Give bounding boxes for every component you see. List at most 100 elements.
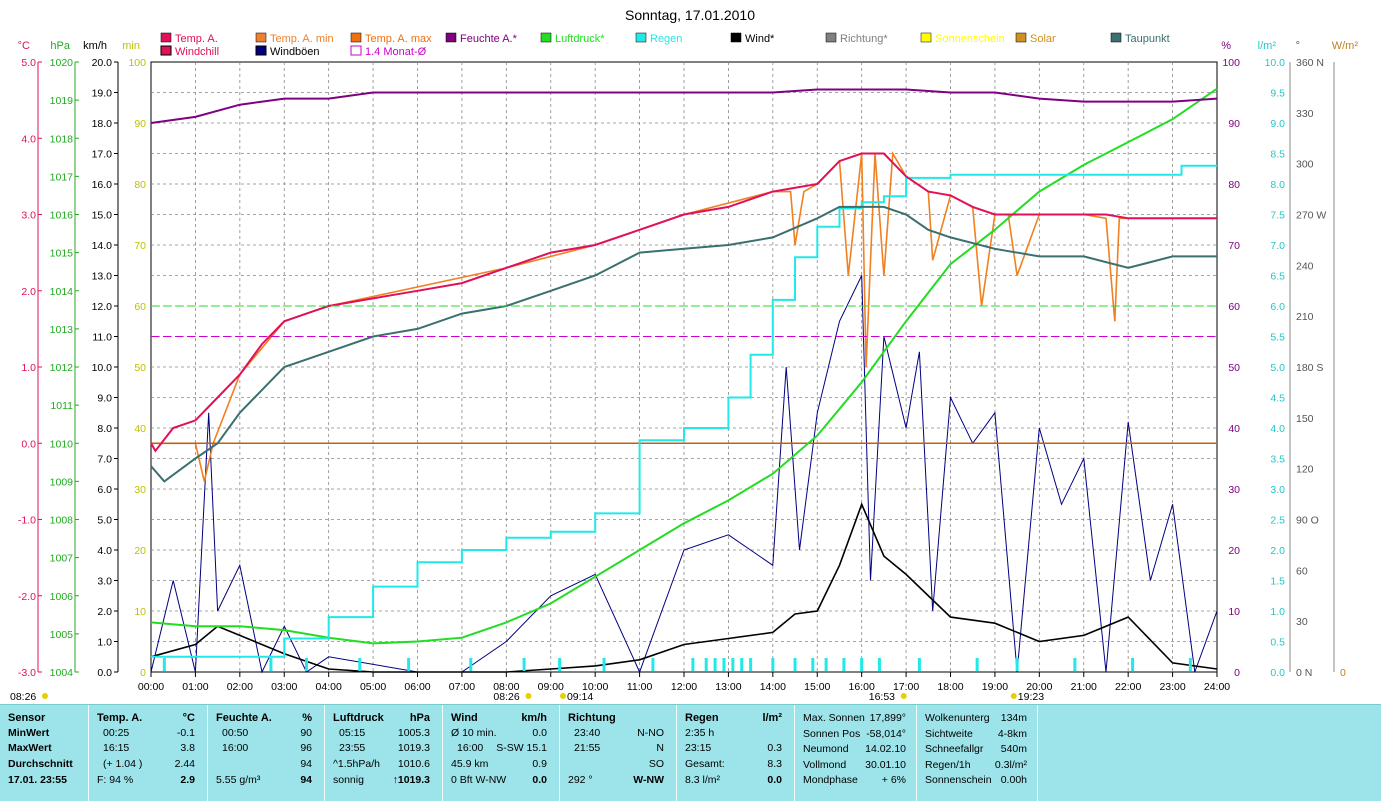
panel-cell: Durchschnitt — [8, 758, 73, 770]
panel-row: Ø 10 min. 0.0 — [447, 726, 555, 741]
tick-label-hpa: 1010 — [50, 438, 74, 450]
tick-label-kmh: 4.0 — [97, 545, 112, 557]
panel-cell: 14.02.10 — [865, 743, 906, 755]
tick-label-kmh: 11.0 — [92, 332, 112, 344]
tick-label-lm2: 1.5 — [1270, 576, 1285, 588]
panel-row: Neumond 14.02.10 — [799, 742, 912, 757]
panel-row: 00:50 90 — [212, 726, 320, 741]
panel-cell: -58,014° — [866, 727, 906, 740]
panel-cell: 1019.3 — [397, 742, 430, 754]
rain-mark — [1131, 658, 1135, 671]
panel-cell: °C — [182, 712, 195, 724]
sun-icon — [1010, 693, 1017, 699]
panel-row: 21:55 N — [564, 741, 672, 756]
tick-label-kmh: 15.0 — [92, 210, 113, 222]
tick-label-deg: 180 S — [1296, 362, 1323, 374]
tick-label-hpa: 1019 — [50, 95, 74, 107]
rain-mark — [602, 658, 606, 671]
unit-hpa: hPa — [50, 40, 70, 52]
panel-cell: Sensor — [8, 712, 46, 724]
panel-cell: 00:25 — [103, 727, 130, 739]
time-tick-label: 12:00 — [671, 681, 697, 693]
panel-row: Regen l/m² — [681, 711, 790, 726]
panel-cell: 1010.6 — [397, 758, 430, 770]
rain-mark — [860, 658, 864, 671]
panel-cell: Wolkenunterg — [925, 712, 990, 724]
sun-event-label: 16:53 — [869, 691, 895, 703]
time-tick-label: 15:00 — [804, 681, 830, 693]
tick-label-lm2: 2.0 — [1270, 545, 1285, 557]
time-tick-label: 19:00 — [982, 681, 1008, 693]
panel-cell: N-NO — [637, 727, 664, 739]
temp-column: Temp. A. °C 00:25 -0.1 16:15 3.8 (+ 1.04 ) 2.44… — [89, 705, 208, 801]
tick-label-lm2: 2.5 — [1270, 515, 1285, 527]
tick-label-hpa: 1020 — [50, 57, 74, 69]
tick-label-pct: 50 — [1228, 362, 1240, 374]
panel-cell: Mondphase — [803, 774, 858, 786]
tick-label-deg: 120 — [1296, 464, 1314, 476]
panel-cell: 0.3 — [767, 742, 782, 754]
panel-cell: N — [656, 742, 664, 754]
panel-row: 05:15 1005.3 — [329, 726, 438, 741]
rain-mark — [469, 658, 473, 671]
tick-label-kmh: 20.0 — [92, 57, 113, 69]
tick-label-hpa: 1006 — [50, 591, 74, 603]
panel-cell: 0 Bft W-NW — [451, 774, 507, 786]
rain-mark — [1015, 658, 1019, 671]
tick-label-min: 30 — [134, 484, 146, 496]
legend-label: Sonnenschein — [935, 33, 1005, 45]
tick-label-min: 0 — [140, 667, 146, 679]
legend-label: Windböen — [270, 46, 320, 58]
panel-row: 00:25 -0.1 — [93, 726, 203, 741]
panel-row: 17.01. 23:55 — [4, 773, 84, 788]
panel-cell: Sonnenschein — [925, 774, 992, 786]
unit-lm2: l/m² — [1258, 40, 1277, 52]
sun-event-label: 08:26 — [493, 691, 519, 703]
sun-icon — [559, 693, 566, 699]
rain-mark — [304, 658, 308, 671]
panel-cell: 2.44 — [174, 758, 195, 770]
sun-icon — [42, 693, 48, 699]
time-tick-label: 02:00 — [227, 681, 253, 693]
tick-label-pct: 90 — [1228, 118, 1240, 130]
time-tick-label: 18:00 — [937, 681, 963, 693]
tick-label-pct: 40 — [1228, 423, 1240, 435]
misc-column: Wolkenunterg 134m Sichtweite 4-8km Schneefal… — [917, 705, 1038, 801]
tick-label-kmh: 2.0 — [97, 606, 112, 618]
tick-label-min: 80 — [134, 179, 146, 191]
legend-swatch — [350, 45, 362, 56]
panel-cell: Regen/1h — [925, 758, 971, 771]
tick-label-lm2: 0.0 — [1270, 667, 1285, 679]
time-tick-label: 00:00 — [138, 681, 164, 693]
rain-mark — [722, 658, 726, 671]
legend-swatch — [1110, 32, 1122, 43]
panel-row: 0 Bft W-NW 0.0 — [447, 773, 555, 788]
tick-label-hpa: 1017 — [50, 171, 74, 183]
tick-label-lm2: 7.5 — [1270, 210, 1285, 222]
legend-swatch — [445, 32, 457, 43]
panel-row: Vollmond 30.01.10 — [799, 758, 912, 773]
tick-label-wm2: 0 — [1340, 667, 1346, 679]
tick-label-kmh: 19.0 — [92, 88, 113, 100]
panel-row: Sonnenschein 0.00h — [921, 773, 1033, 788]
tick-label-pct: 80 — [1228, 179, 1240, 191]
tick-label-kmh: 6.0 — [97, 484, 112, 496]
pressure-column: Luftdruck hPa 05:15 1005.3 23:55 1019.3 ^1.5hP… — [325, 705, 443, 801]
rain-mark — [704, 658, 708, 671]
panel-cell: Regen — [685, 712, 719, 724]
rain-mark — [558, 658, 562, 671]
rain-mark — [522, 658, 526, 671]
tick-label-lm2: 1.0 — [1270, 606, 1285, 618]
tick-label-pct: 10 — [1228, 606, 1240, 618]
panel-row: 45.9 km 0.9 — [447, 757, 555, 772]
panel-cell: MinWert — [8, 727, 50, 739]
panel-row: Richtung — [564, 711, 672, 726]
panel-cell: F: 94 % — [97, 774, 134, 786]
panel-row: Mondphase + 6% — [799, 773, 912, 788]
tick-label-kmh: 14.0 — [92, 240, 113, 252]
tick-label-kmh: 8.0 — [97, 423, 112, 435]
panel-cell: ↑1019.3 — [392, 774, 430, 786]
tick-label-c: 0.0 — [21, 438, 36, 450]
tick-label-kmh: 17.0 — [92, 149, 113, 161]
panel-row: F: 94 % 2.9 — [93, 773, 203, 788]
